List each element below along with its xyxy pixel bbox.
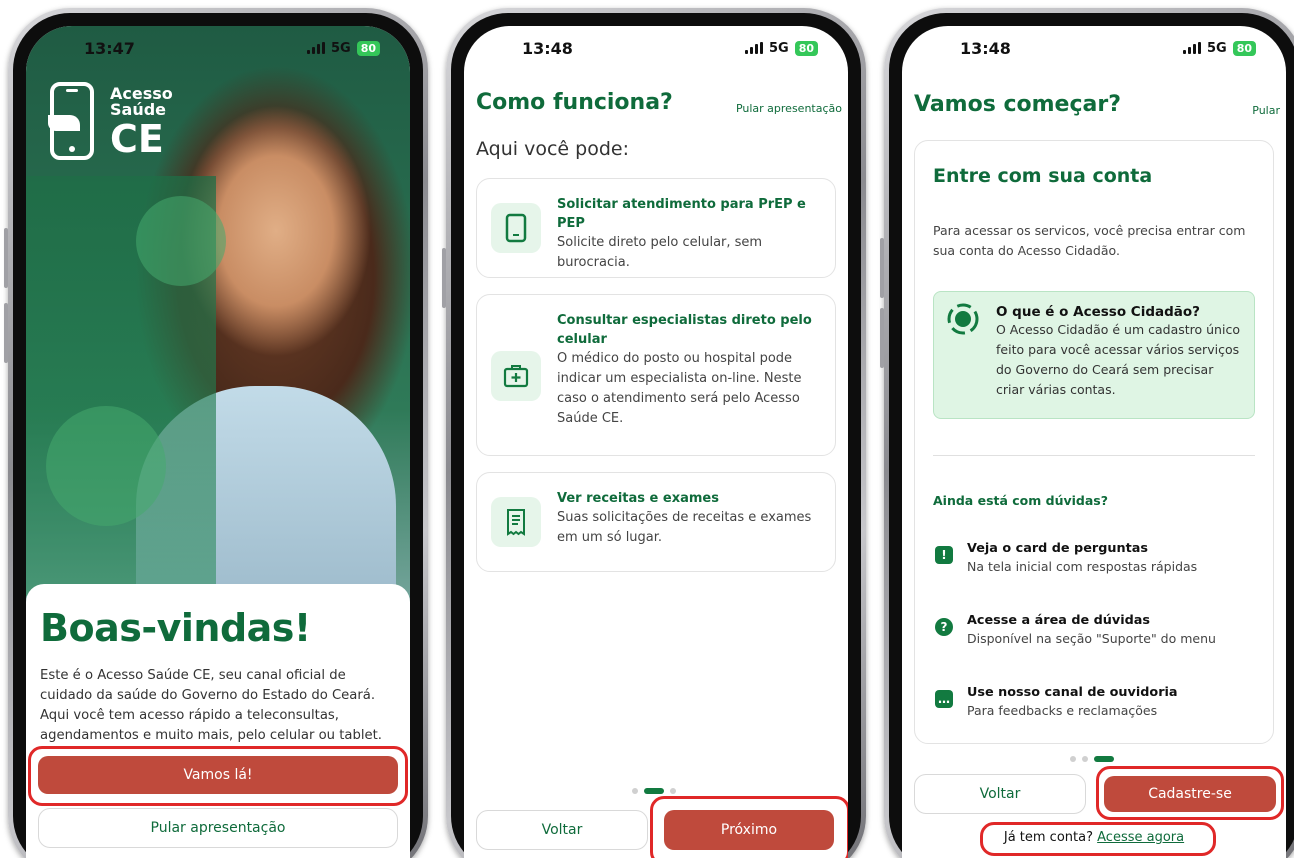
status-time: 13:47 (84, 38, 135, 58)
decor-circle (136, 196, 226, 286)
volume-button (4, 303, 8, 363)
help-item-title: Use nosso canal de ouvidoria (967, 685, 1178, 700)
section-subtitle: Aqui você pode: (476, 138, 629, 160)
volume-button (442, 248, 446, 308)
status-indicators: 5G 80 (1182, 40, 1256, 56)
status-indicators: 5G 80 (744, 40, 818, 56)
help-item[interactable]: … Use nosso canal de ouvidoria Para feed… (933, 685, 1263, 718)
network-label: 5G (1206, 40, 1227, 56)
page-title: Como funciona? (476, 90, 673, 115)
page-indicator (1070, 756, 1114, 762)
citizen-logo-icon (946, 302, 980, 340)
network-label: 5G (768, 40, 789, 56)
decor-circle (46, 406, 166, 526)
page-dot (1082, 756, 1088, 762)
page-dot-active (644, 788, 664, 794)
welcome-screen: 13:47 5G 80 Acesso Saúde CE Boas-vindas!… (26, 26, 410, 858)
logo-line3: CE (110, 117, 164, 161)
back-button[interactable]: Voltar (914, 774, 1086, 814)
highlight-box (28, 746, 408, 806)
app-logo: Acesso Saúde CE (46, 81, 173, 163)
back-button[interactable]: Voltar (476, 810, 648, 850)
help-item-desc: Na tela inicial com respostas rápidas (967, 559, 1198, 574)
receipt-icon (491, 497, 541, 547)
help-item-title: Veja o card de perguntas (967, 541, 1148, 556)
battery-icon: 80 (794, 40, 818, 56)
help-title: Ainda está com dúvidas? (933, 493, 1108, 508)
card-title: Entre com sua conta (933, 165, 1153, 187)
highlight-box (980, 822, 1216, 856)
card-intro: Para acessar os servicos, você precisa e… (933, 223, 1246, 258)
info-text: O Acesso Cidadão é um cadastro único fei… (996, 322, 1240, 397)
signal-icon (1182, 42, 1201, 54)
network-label: 5G (330, 40, 351, 56)
chat-icon: … (935, 690, 953, 708)
logo-line2: Saúde (110, 100, 167, 119)
page-title: Boas-vindas! (40, 606, 311, 650)
phone-welcome: 13:47 5G 80 Acesso Saúde CE Boas-vindas!… (4, 8, 428, 858)
volume-button (4, 228, 8, 288)
login-card: Entre com sua conta Para acessar os serv… (914, 140, 1274, 744)
help-item-desc: Disponível na seção "Suporte" do menu (967, 631, 1216, 646)
logo-text: Acesso Saúde CE (110, 86, 173, 161)
divider (933, 455, 1255, 456)
status-time: 13:48 (960, 38, 1011, 58)
feature-card[interactable]: Consultar especialistas direto pelo celu… (476, 294, 836, 456)
help-item-title: Acesse a área de dúvidas (967, 613, 1151, 628)
volume-button (880, 308, 884, 368)
battery-icon: 80 (356, 40, 380, 56)
stage: 13:47 5G 80 Acesso Saúde CE Boas-vindas!… (0, 0, 1294, 858)
skip-intro-button[interactable]: Pular apresentação (38, 808, 398, 848)
question-icon: ? (935, 618, 953, 636)
feature-title: Consultar especialistas direto pelo celu… (557, 313, 812, 347)
signal-icon (744, 42, 763, 54)
feature-card[interactable]: Ver receitas e exames Suas solicitações … (476, 472, 836, 572)
phone-icon (491, 203, 541, 253)
info-title: O que é o Acesso Cidadão? (996, 304, 1200, 320)
page-dot-active (1094, 756, 1114, 762)
battery-icon: 80 (1232, 40, 1256, 56)
page-indicator (632, 788, 676, 794)
phone-hand-icon (48, 82, 94, 160)
help-item[interactable]: ! Veja o card de perguntas Na tela inici… (933, 541, 1263, 574)
skip-intro-link[interactable]: Pular apresentação (736, 102, 842, 115)
welcome-text: Este é o Acesso Saúde CE, seu canal ofic… (40, 668, 382, 743)
info-box: O que é o Acesso Cidadão? O Acesso Cidad… (933, 291, 1255, 419)
phone-how-it-works: 13:48 5G 80 Como funciona? Pular apresen… (442, 8, 866, 858)
highlight-box (1096, 766, 1284, 820)
medical-kit-icon (491, 351, 541, 401)
status-bar: 13:48 5G 80 (902, 26, 1286, 70)
status-bar: 13:47 5G 80 (26, 26, 410, 70)
highlight-box (650, 796, 848, 858)
phone-get-started: 13:48 5G 80 Vamos começar? Pular Entre c… (880, 8, 1294, 858)
feature-description: O médico do posto ou hospital pode indic… (557, 351, 802, 426)
help-item-desc: Para feedbacks e reclamações (967, 703, 1158, 718)
alert-chat-icon: ! (935, 546, 953, 564)
page-dot (1070, 756, 1076, 762)
signal-icon (306, 42, 325, 54)
skip-link[interactable]: Pular (1252, 104, 1280, 117)
feature-description: Solicite direto pelo celular, sem burocr… (557, 235, 763, 270)
status-bar: 13:48 5G 80 (464, 26, 848, 70)
feature-card[interactable]: Solicitar atendimento para PrEP e PEP So… (476, 178, 836, 278)
status-time: 13:48 (522, 38, 573, 58)
feature-title: Ver receitas e exames (557, 491, 719, 506)
feature-description: Suas solicitações de receitas e exames e… (557, 510, 812, 545)
help-item[interactable]: ? Acesse a área de dúvidas Disponível na… (933, 613, 1263, 646)
page-dot (670, 788, 676, 794)
volume-button (880, 238, 884, 298)
page-dot (632, 788, 638, 794)
status-indicators: 5G 80 (306, 40, 380, 56)
page-title: Vamos começar? (914, 92, 1121, 117)
how-it-works-screen: 13:48 5G 80 Como funciona? Pular apresen… (464, 26, 848, 858)
get-started-screen: 13:48 5G 80 Vamos começar? Pular Entre c… (902, 26, 1286, 858)
feature-title: Solicitar atendimento para PrEP e PEP (557, 197, 806, 231)
